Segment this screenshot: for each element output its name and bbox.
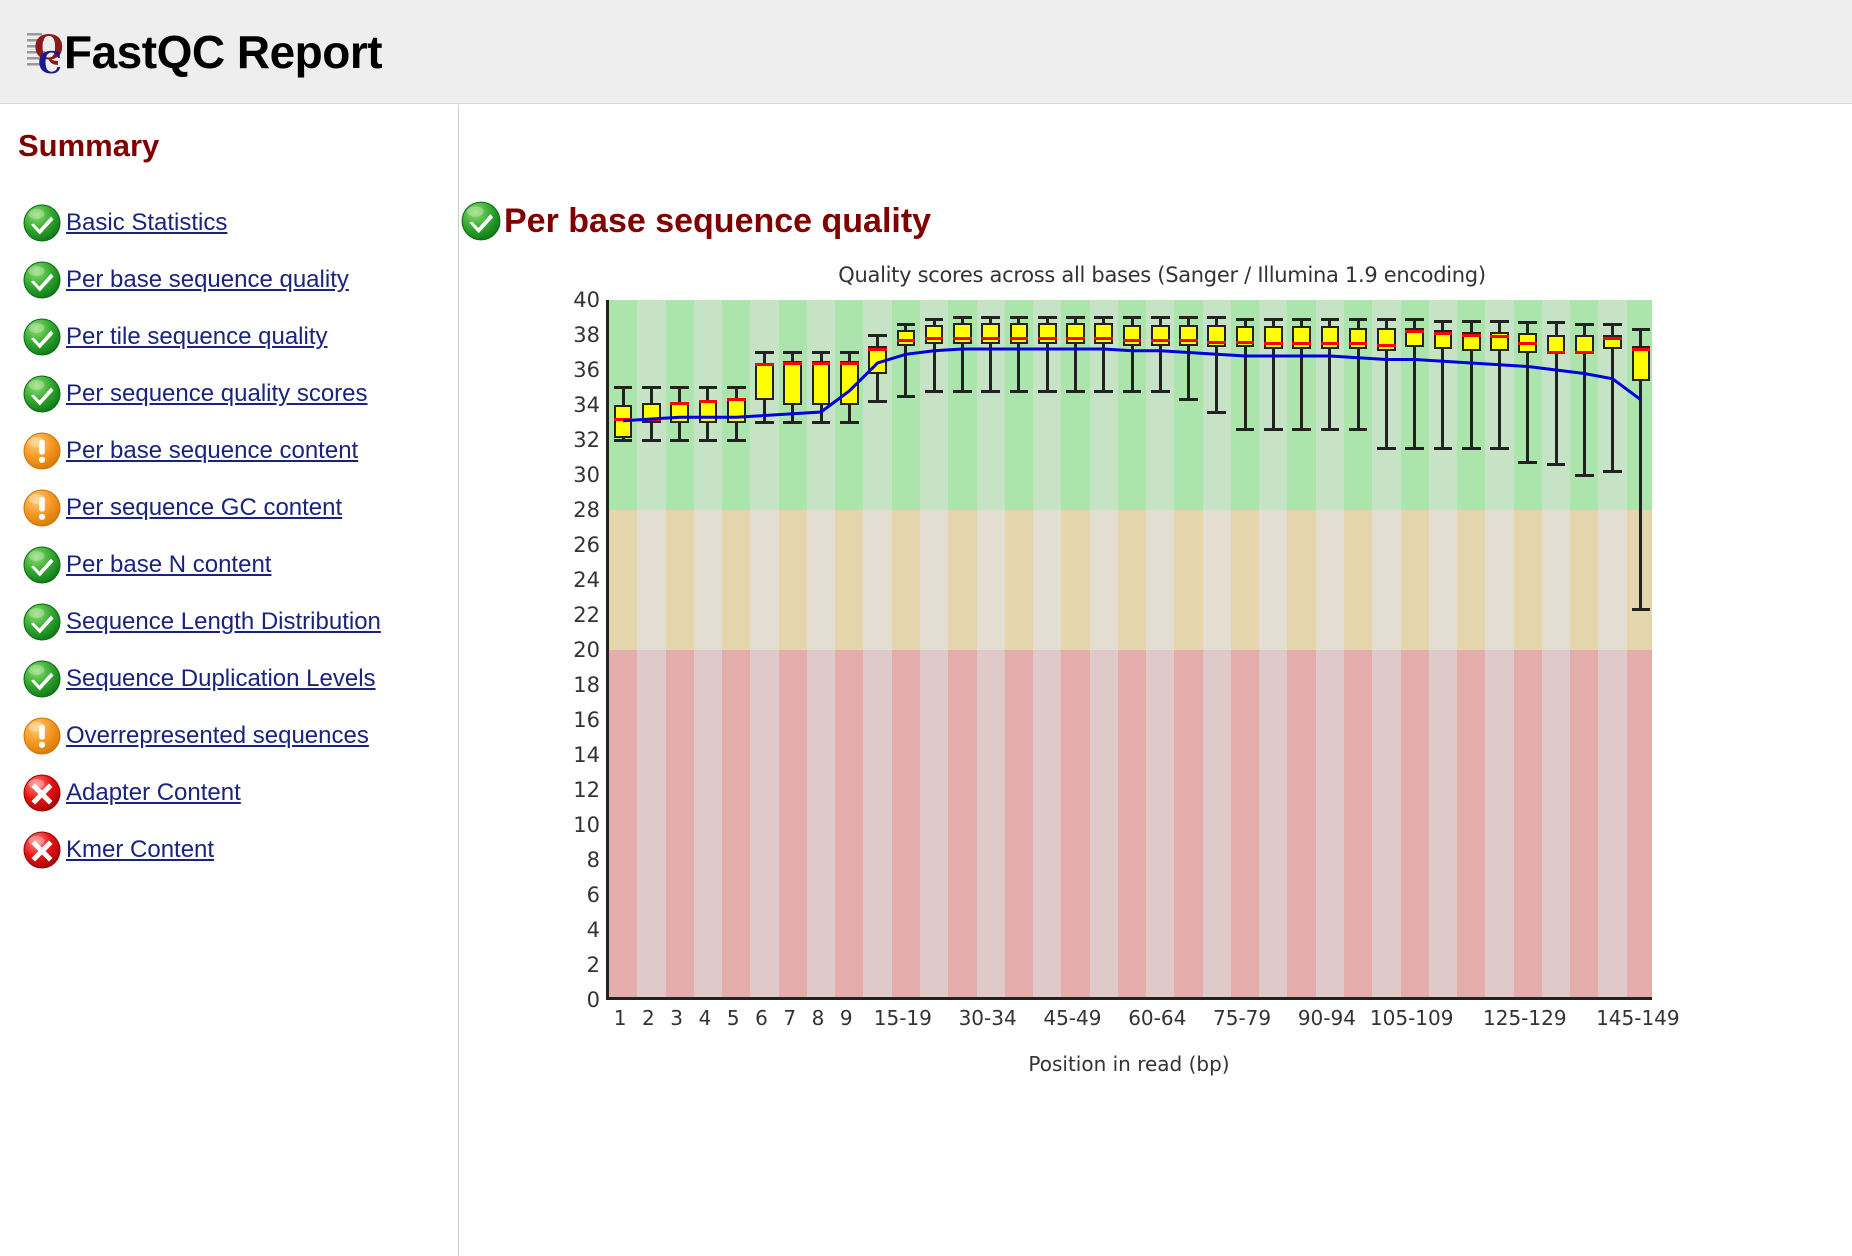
y-tick-label: 36	[573, 358, 600, 382]
x-tick-label: 75-79	[1213, 1006, 1272, 1030]
check-circle-icon	[460, 200, 502, 242]
y-tick-label: 22	[573, 603, 600, 627]
x-tick-label: 90-94	[1297, 1006, 1356, 1030]
sidebar-item-adapter-content[interactable]: Adapter Content	[0, 764, 458, 821]
y-tick-label: 30	[573, 463, 600, 487]
warning-circle-icon	[22, 488, 62, 528]
sidebar-item-per-base-sequence-content[interactable]: Per base sequence content	[0, 422, 458, 479]
sidebar-item-per-sequence-gc-content[interactable]: Per sequence GC content	[0, 479, 458, 536]
sidebar-item-label[interactable]: Sequence Duplication Levels	[66, 665, 376, 693]
summary-heading: Summary	[18, 128, 160, 163]
sidebar-item-label[interactable]: Sequence Length Distribution	[66, 608, 381, 636]
sidebar-item-overrepresented-sequences[interactable]: Overrepresented sequences	[0, 707, 458, 764]
x-tick-label: 45-49	[1043, 1006, 1102, 1030]
sidebar-item-label[interactable]: Per base sequence content	[66, 437, 358, 465]
sidebar-item-label[interactable]: Adapter Content	[66, 779, 241, 807]
y-tick-label: 26	[573, 533, 600, 557]
sidebar-item-label[interactable]: Per sequence GC content	[66, 494, 342, 522]
y-axis-ticks: 0 2 4 6 8 10 12 14 16 18 20 22 24 26 28 30 32 34 36 38 40	[530, 288, 600, 1012]
y-tick-label: 20	[573, 638, 600, 662]
warning-circle-icon	[22, 431, 62, 471]
check-circle-icon	[22, 374, 62, 414]
summary-sidebar: Summary Basic Statistics Per base sequenc…	[0, 105, 459, 1256]
sidebar-item-per-base-n-content[interactable]: Per base N content	[0, 536, 458, 593]
check-circle-icon	[22, 602, 62, 642]
mean-quality-line	[623, 347, 1642, 423]
warning-circle-icon	[22, 716, 62, 756]
per-base-sequence-quality-chart: Quality scores across all bases (Sanger …	[472, 263, 1852, 1076]
error-circle-icon	[22, 773, 62, 813]
sidebar-item-label[interactable]: Basic Statistics	[66, 209, 227, 237]
x-tick-label: 2	[642, 1006, 655, 1030]
svg-text:C: C	[38, 46, 62, 81]
y-tick-label: 0	[586, 988, 600, 1012]
sidebar-item-label[interactable]: Per tile sequence quality	[66, 323, 328, 351]
x-tick-label: 15-19	[873, 1006, 932, 1030]
x-axis-label: Position in read (bp)	[1028, 1052, 1230, 1076]
sidebar-item-label[interactable]: Kmer Content	[66, 836, 214, 864]
summary-list: Basic Statistics Per base sequence qualit…	[0, 194, 458, 878]
fastqc-logo-icon: Q C	[26, 23, 68, 81]
check-circle-icon	[22, 203, 62, 243]
x-tick-label: 8	[811, 1006, 825, 1030]
sidebar-item-kmer-content[interactable]: Kmer Content	[0, 821, 458, 878]
main-panel: Per base sequence quality Quality scores…	[460, 105, 1852, 1256]
y-tick-label: 18	[573, 673, 600, 697]
check-circle-icon	[22, 545, 62, 585]
sidebar-item-label[interactable]: Overrepresented sequences	[66, 722, 369, 750]
y-tick-label: 16	[573, 708, 600, 732]
x-axis-ticks: 1 2 3 4 5 6 7 8 9 15-19 30-34 45-49 60-64 75-79 90-94 1…	[606, 1006, 1680, 1046]
x-tick-label: 4	[698, 1006, 712, 1030]
sidebar-item-label[interactable]: Per base sequence quality	[66, 266, 349, 294]
chart-title: Quality scores across all bases (Sanger …	[838, 263, 1486, 287]
y-tick-label: 32	[573, 428, 600, 452]
x-tick-label: 6	[755, 1006, 768, 1030]
sidebar-item-per-base-sequence-quality[interactable]: Per base sequence quality	[0, 251, 458, 308]
y-tick-label: 10	[573, 813, 600, 837]
check-circle-icon	[22, 317, 62, 357]
plot-area	[606, 300, 1652, 1000]
x-tick-label: 145-149	[1596, 1006, 1680, 1030]
page-header: Q C FastQC Report	[0, 0, 1852, 104]
y-tick-label: 24	[573, 568, 600, 592]
sidebar-item-basic-statistics[interactable]: Basic Statistics	[0, 194, 458, 251]
x-tick-label: 5	[726, 1006, 740, 1030]
y-tick-label: 2	[586, 953, 600, 977]
x-tick-label: 3	[670, 1006, 684, 1030]
x-tick-label: 1	[613, 1006, 627, 1030]
sidebar-item-per-tile-sequence-quality[interactable]: Per tile sequence quality	[0, 308, 458, 365]
plot-frame: 0 2 4 6 8 10 12 14 16 18 20 22 24 26 28 30 32 34 36 38 40 12…	[573, 288, 1679, 1076]
y-tick-label: 38	[573, 323, 600, 347]
x-tick-label: 125-129	[1482, 1006, 1567, 1030]
x-tick-label: 30-34	[958, 1006, 1017, 1030]
error-circle-icon	[22, 830, 62, 870]
sidebar-item-per-sequence-quality-scores[interactable]: Per sequence quality scores	[0, 365, 458, 422]
x-tick-label: 7	[783, 1006, 797, 1030]
y-tick-label: 8	[586, 848, 600, 872]
check-circle-icon	[22, 659, 62, 699]
sidebar-item-label[interactable]: Per sequence quality scores	[66, 380, 368, 408]
check-circle-icon	[22, 260, 62, 300]
y-tick-label: 40	[573, 288, 600, 312]
y-tick-label: 14	[573, 743, 600, 767]
sidebar-item-sequence-duplication-levels[interactable]: Sequence Duplication Levels	[0, 650, 458, 707]
y-tick-label: 6	[586, 883, 600, 907]
module-title: Per base sequence quality	[504, 201, 932, 240]
y-tick-label: 4	[586, 918, 600, 942]
x-tick-label: 60-64	[1128, 1006, 1187, 1030]
sidebar-item-label[interactable]: Per base N content	[66, 551, 271, 579]
page-title: FastQC Report	[64, 26, 383, 78]
module-header: Per base sequence quality	[450, 200, 1852, 242]
y-tick-label: 12	[573, 778, 600, 802]
x-tick-label: 9	[839, 1006, 853, 1030]
y-tick-label: 34	[573, 393, 600, 417]
x-tick-label: 105-109	[1369, 1006, 1454, 1030]
sidebar-item-sequence-length-distribution[interactable]: Sequence Length Distribution	[0, 593, 458, 650]
y-tick-label: 28	[573, 498, 600, 522]
